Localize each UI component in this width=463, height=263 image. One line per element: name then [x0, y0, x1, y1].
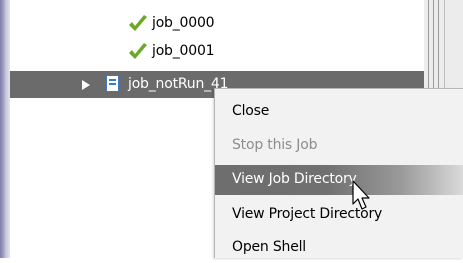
menu-item-open-shell[interactable]: Open Shell — [215, 233, 463, 263]
menu-item-close[interactable]: Close — [215, 97, 463, 127]
window-left-border — [0, 0, 10, 258]
tree-row-label: job_0001 — [152, 43, 215, 59]
menu-item-label: Close — [232, 103, 270, 119]
context-menu: Close Stop this Job View Job Directory V… — [214, 88, 463, 258]
mouse-cursor-icon — [352, 180, 370, 210]
check-icon — [129, 43, 147, 59]
file-icon — [106, 75, 119, 92]
menu-item-view-job-directory[interactable]: View Job Directory — [215, 165, 463, 195]
check-icon — [129, 15, 147, 31]
menu-item-stop-job: Stop this Job — [215, 131, 463, 161]
tree-row-label: job_0000 — [152, 15, 215, 31]
tree-row-job-0001[interactable]: job_0001 — [10, 38, 424, 66]
menu-item-label: Stop this Job — [232, 137, 318, 153]
tree-row-job-0000[interactable]: job_0000 — [10, 10, 424, 38]
menu-item-label: View Job Directory — [232, 171, 357, 187]
menu-item-label: Open Shell — [232, 239, 306, 255]
triangle-right-icon[interactable] — [82, 80, 90, 90]
menu-item-view-project-directory[interactable]: View Project Directory — [215, 200, 463, 230]
